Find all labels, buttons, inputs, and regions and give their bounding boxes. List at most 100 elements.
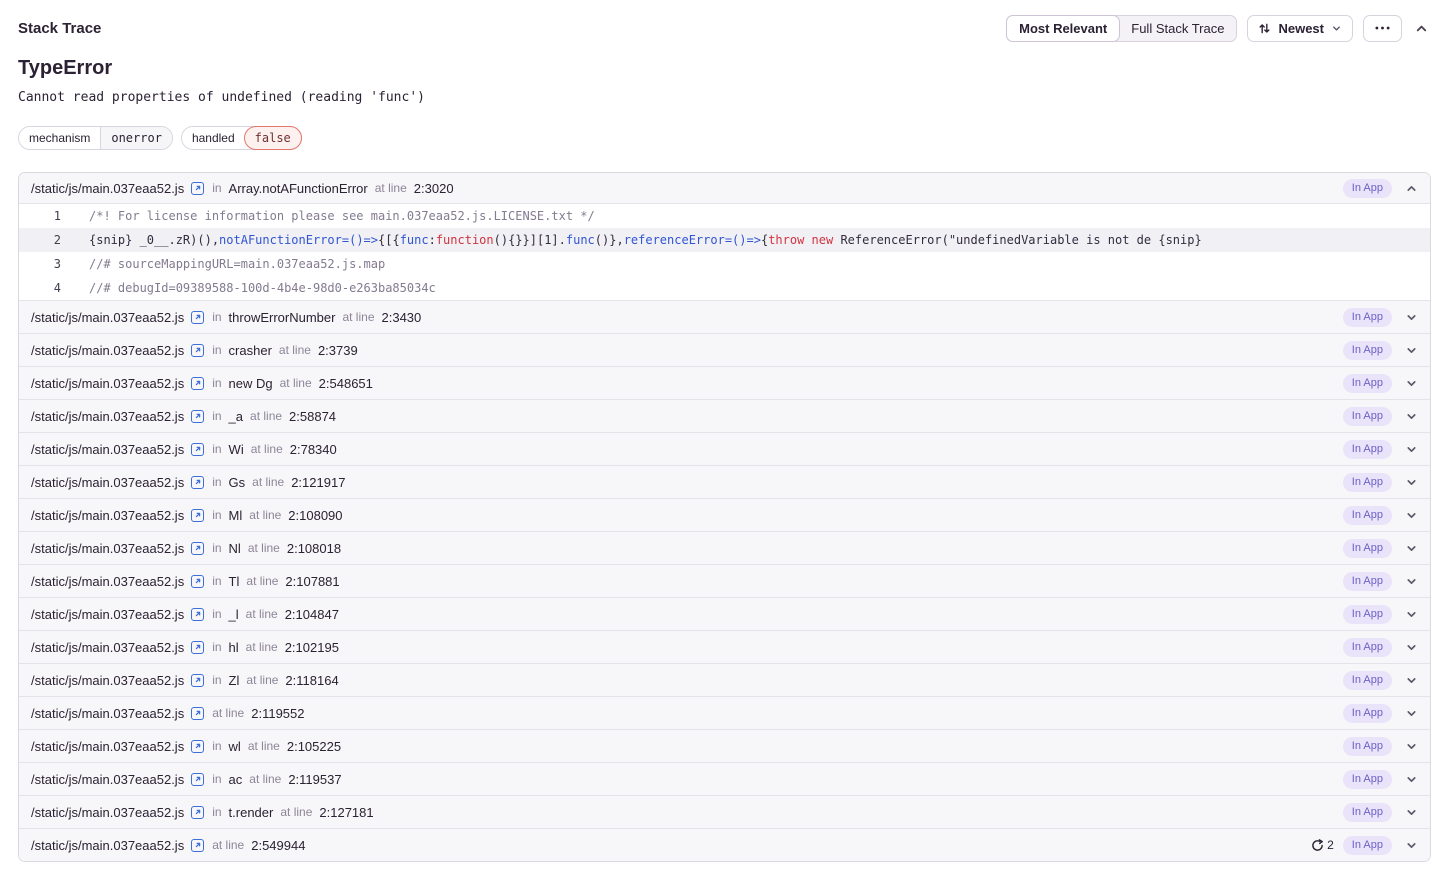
more-options-button[interactable] — [1363, 15, 1402, 42]
external-link-icon[interactable] — [191, 773, 204, 786]
external-link-icon[interactable] — [191, 509, 204, 522]
frame-line-number: 2:78340 — [290, 442, 337, 457]
frame-chevron-icon[interactable] — [1405, 575, 1418, 588]
frame-chevron-icon[interactable] — [1405, 707, 1418, 720]
frame-at-line-word: at line — [246, 574, 278, 588]
frame-function-name: _l — [229, 607, 239, 622]
frame-chevron-icon[interactable] — [1405, 641, 1418, 654]
code-line-text: {snip} _0__.zR)(),notAFunctionError=()=>… — [61, 233, 1202, 247]
frame-file-path: /static/js/main.037eaa52.js — [31, 805, 184, 820]
frame-header-row[interactable]: /static/js/main.037eaa52.js in t.render … — [19, 796, 1430, 828]
code-line: 1 /*! For license information please see… — [19, 204, 1430, 228]
external-link-icon[interactable] — [191, 311, 204, 324]
frame-chevron-icon[interactable] — [1405, 542, 1418, 555]
frame-chevron-icon[interactable] — [1405, 182, 1418, 195]
frame-file-path: /static/js/main.037eaa52.js — [31, 838, 184, 853]
sort-button[interactable]: Newest — [1247, 15, 1353, 42]
frame-at-line-word: at line — [250, 409, 282, 423]
repeat-count: 2 — [1327, 838, 1334, 852]
frame-header-row[interactable]: /static/js/main.037eaa52.js in Nl at lin… — [19, 532, 1430, 564]
frame-function-name: _a — [229, 409, 243, 424]
frame-chevron-icon[interactable] — [1405, 344, 1418, 357]
frame-header-row[interactable]: /static/js/main.037eaa52.js at line 2:54… — [19, 829, 1430, 861]
frame-chevron-icon[interactable] — [1405, 608, 1418, 621]
frame-header-row[interactable]: /static/js/main.037eaa52.js in _a at lin… — [19, 400, 1430, 432]
frame-header-row[interactable]: /static/js/main.037eaa52.js in Zl at lin… — [19, 664, 1430, 696]
frame-chevron-icon[interactable] — [1405, 377, 1418, 390]
external-link-icon[interactable] — [191, 707, 204, 720]
stack-frame: /static/js/main.037eaa52.js in new Dg at… — [19, 366, 1430, 399]
frame-chevron-icon[interactable] — [1405, 806, 1418, 819]
frame-header-row[interactable]: /static/js/main.037eaa52.js at line 2:11… — [19, 697, 1430, 729]
tag-value: onerror — [100, 127, 172, 149]
external-link-icon[interactable] — [191, 377, 204, 390]
frame-line-number: 2:108018 — [287, 541, 341, 556]
frame-line-number: 2:102195 — [285, 640, 339, 655]
code-context: 1 /*! For license information please see… — [19, 203, 1430, 300]
frame-at-line-word: at line — [249, 508, 281, 522]
external-link-icon[interactable] — [191, 674, 204, 687]
frame-line-number: 2:105225 — [287, 739, 341, 754]
in-app-badge: In App — [1343, 770, 1392, 789]
frame-chevron-icon[interactable] — [1405, 311, 1418, 324]
frame-function-name: Gs — [229, 475, 246, 490]
frame-chevron-icon[interactable] — [1405, 773, 1418, 786]
frame-header-row[interactable]: /static/js/main.037eaa52.js in Array.not… — [19, 173, 1430, 203]
frame-chevron-icon[interactable] — [1405, 443, 1418, 456]
external-link-icon[interactable] — [191, 344, 204, 357]
frame-line-number: 2:3430 — [382, 310, 422, 325]
frame-chevron-icon[interactable] — [1405, 509, 1418, 522]
frame-at-line-word: at line — [375, 181, 407, 195]
frame-header-row[interactable]: /static/js/main.037eaa52.js in Tl at lin… — [19, 565, 1430, 597]
frame-line-number: 2:549944 — [251, 838, 305, 853]
view-toggle-full-stack-trace[interactable]: Full Stack Trace — [1119, 16, 1236, 41]
external-link-icon[interactable] — [191, 740, 204, 753]
code-line-text: //# debugId=09389588-100d-4b4e-98d0-e263… — [61, 281, 436, 295]
external-link-icon[interactable] — [191, 608, 204, 621]
frame-chevron-icon[interactable] — [1405, 410, 1418, 423]
frame-in-word: in — [212, 442, 221, 456]
frame-header-row[interactable]: /static/js/main.037eaa52.js in hl at lin… — [19, 631, 1430, 663]
frame-header-row[interactable]: /static/js/main.037eaa52.js in ac at lin… — [19, 763, 1430, 795]
collapse-section-button[interactable] — [1412, 21, 1431, 36]
frame-function-name: Wi — [229, 442, 244, 457]
frame-chevron-icon[interactable] — [1405, 476, 1418, 489]
external-link-icon[interactable] — [191, 806, 204, 819]
external-link-icon[interactable] — [191, 410, 204, 423]
tag-value: false — [244, 126, 302, 150]
frame-header-row[interactable]: /static/js/main.037eaa52.js in _l at lin… — [19, 598, 1430, 630]
frame-file-path: /static/js/main.037eaa52.js — [31, 181, 184, 196]
frame-header-row[interactable]: /static/js/main.037eaa52.js in wl at lin… — [19, 730, 1430, 762]
frame-file-path: /static/js/main.037eaa52.js — [31, 310, 184, 325]
frame-header-row[interactable]: /static/js/main.037eaa52.js in Wi at lin… — [19, 433, 1430, 465]
sort-button-label: Newest — [1278, 21, 1324, 36]
stack-frame: /static/js/main.037eaa52.js in ac at lin… — [19, 762, 1430, 795]
error-type-title: TypeError — [18, 57, 1431, 80]
in-app-badge: In App — [1343, 671, 1392, 690]
frame-function-name: Nl — [229, 541, 241, 556]
frame-header-row[interactable]: /static/js/main.037eaa52.js in throwErro… — [19, 301, 1430, 333]
frame-file-path: /static/js/main.037eaa52.js — [31, 739, 184, 754]
frame-at-line-word: at line — [246, 673, 278, 687]
frame-header-row[interactable]: /static/js/main.037eaa52.js in crasher a… — [19, 334, 1430, 366]
frame-line-number: 2:119537 — [288, 772, 341, 787]
external-link-icon[interactable] — [191, 641, 204, 654]
code-line-number: 2 — [19, 233, 61, 247]
in-app-badge: In App — [1343, 605, 1392, 624]
frame-chevron-icon[interactable] — [1405, 674, 1418, 687]
external-link-icon[interactable] — [191, 575, 204, 588]
frame-line-number: 2:104847 — [285, 607, 339, 622]
frame-in-word: in — [212, 772, 221, 786]
external-link-icon[interactable] — [191, 182, 204, 195]
frame-header-row[interactable]: /static/js/main.037eaa52.js in Gs at lin… — [19, 466, 1430, 498]
external-link-icon[interactable] — [191, 542, 204, 555]
frame-header-row[interactable]: /static/js/main.037eaa52.js in new Dg at… — [19, 367, 1430, 399]
external-link-icon[interactable] — [191, 476, 204, 489]
frame-chevron-icon[interactable] — [1405, 839, 1418, 852]
external-link-icon[interactable] — [191, 839, 204, 852]
view-toggle-most-relevant[interactable]: Most Relevant — [1006, 15, 1120, 42]
ellipsis-icon — [1375, 26, 1390, 30]
frame-header-row[interactable]: /static/js/main.037eaa52.js in Ml at lin… — [19, 499, 1430, 531]
frame-chevron-icon[interactable] — [1405, 740, 1418, 753]
external-link-icon[interactable] — [191, 443, 204, 456]
